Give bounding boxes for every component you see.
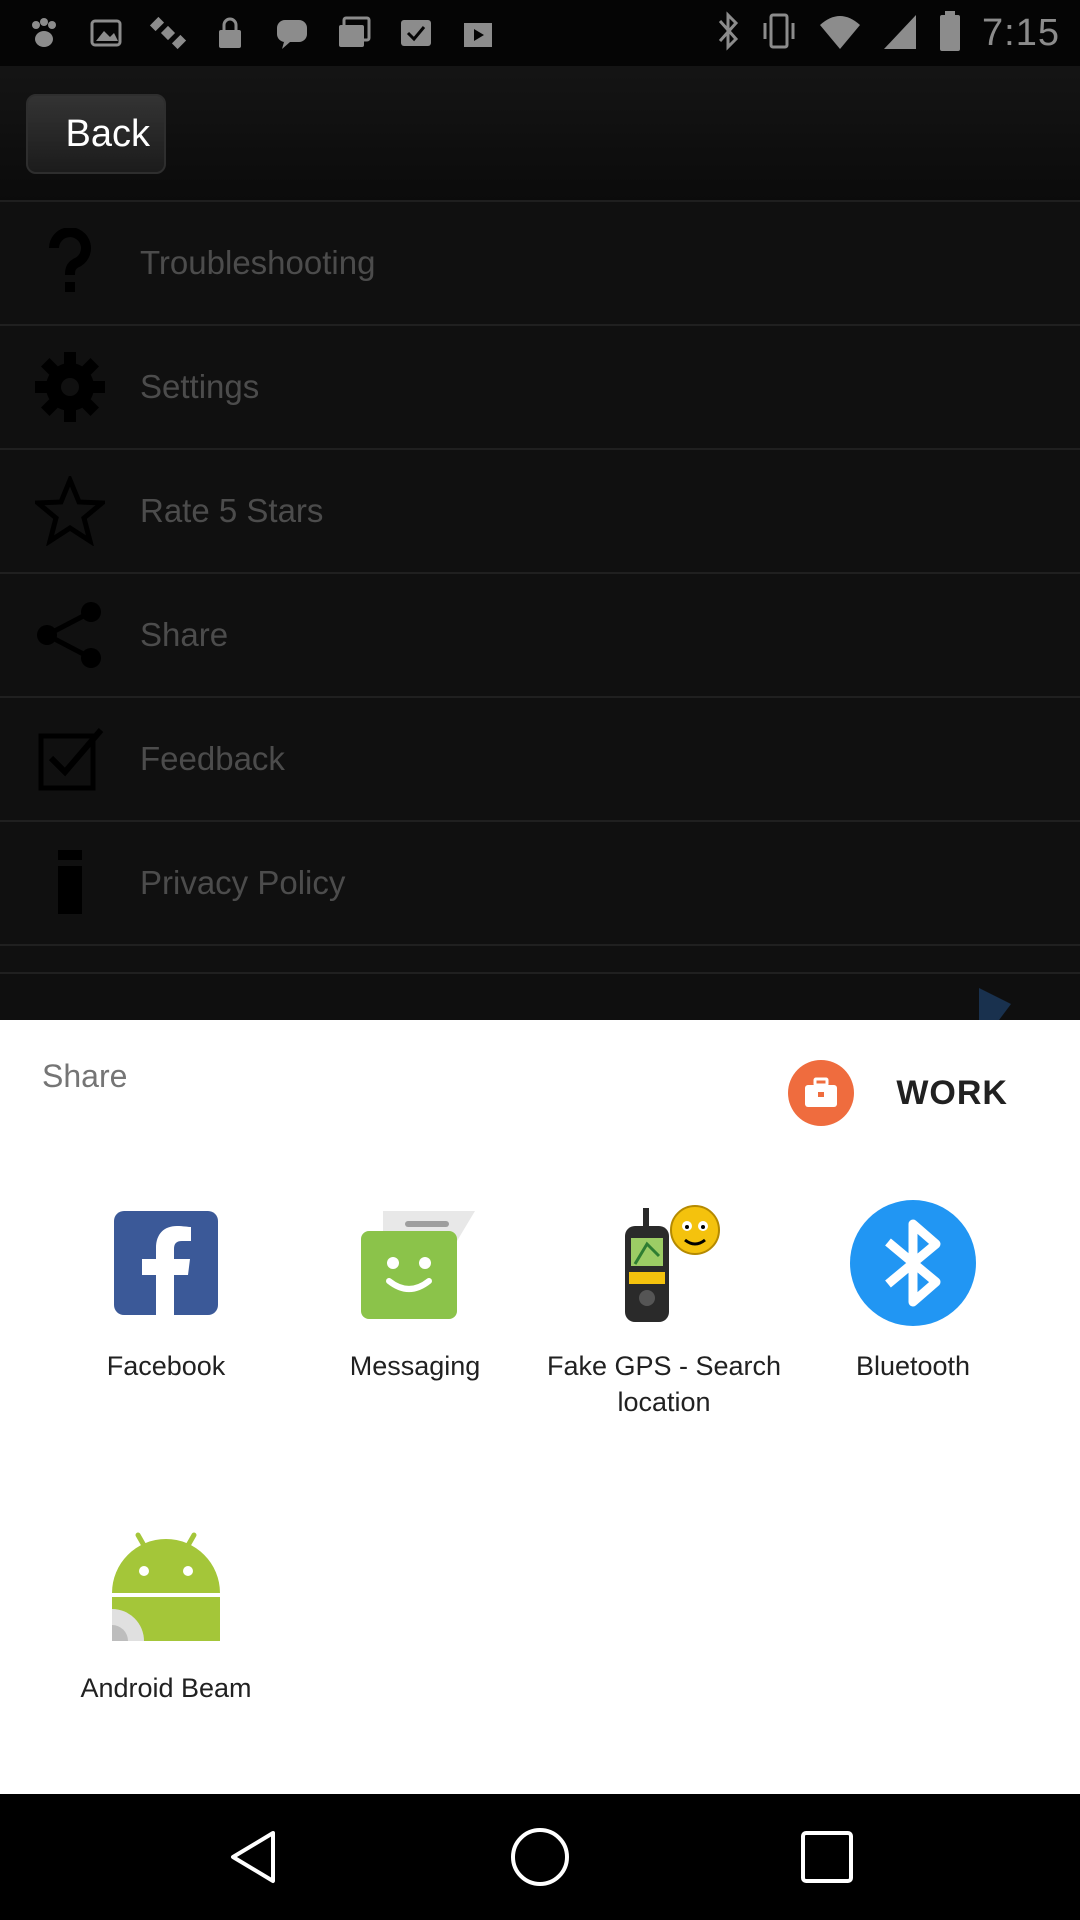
- share-target-facebook[interactable]: Facebook: [41, 1198, 291, 1384]
- play-store-icon: [458, 13, 498, 53]
- share-target-label: Bluetooth: [855, 1351, 971, 1381]
- share-title: Share: [42, 1058, 128, 1094]
- messaging-icon: [350, 1198, 480, 1328]
- recents-nav-icon[interactable]: [787, 1817, 867, 1897]
- app-header: Back: [0, 66, 1080, 202]
- share-target-messaging[interactable]: Messaging: [290, 1198, 540, 1384]
- wifi-icon: [818, 11, 862, 56]
- menu-item-settings[interactable]: Settings: [0, 326, 1080, 450]
- menu-item-troubleshooting[interactable]: Troubleshooting: [0, 202, 1080, 326]
- back-nav-icon[interactable]: [213, 1817, 293, 1897]
- bluetooth-status-icon: [716, 10, 740, 56]
- work-profile-toggle[interactable]: WORK: [788, 1060, 1008, 1126]
- lock-icon: [210, 13, 250, 53]
- paw-icon: [24, 13, 64, 53]
- facebook-icon: [101, 1198, 231, 1328]
- share-target-label: Fake GPS - Search location: [546, 1351, 782, 1417]
- status-time: 7:15: [982, 11, 1060, 54]
- photos-icon: [334, 13, 374, 53]
- star-icon: [0, 449, 140, 573]
- question-icon: [0, 201, 140, 325]
- work-label: WORK: [896, 1073, 1008, 1112]
- fake-gps-satellite-icon: [148, 13, 188, 53]
- briefcase-icon: [788, 1060, 855, 1126]
- share-target-android-beam[interactable]: Android Beam: [41, 1520, 291, 1706]
- menu-item-rate[interactable]: Rate 5 Stars: [0, 450, 1080, 574]
- share-target-fake-gps[interactable]: Fake GPS - Search location: [539, 1198, 789, 1420]
- share-target-bluetooth[interactable]: Bluetooth: [788, 1198, 1038, 1384]
- vibrate-icon: [760, 11, 798, 56]
- info-icon: [0, 821, 140, 945]
- share-target-label: Android Beam: [80, 1673, 252, 1703]
- navigation-bar: [0, 1794, 1080, 1920]
- gear-icon: [0, 325, 140, 449]
- download-check-icon: [396, 13, 436, 53]
- divider: [0, 946, 1080, 974]
- battery-icon: [938, 10, 962, 57]
- signal-icon: [882, 11, 918, 56]
- menu-item-feedback[interactable]: Feedback: [0, 698, 1080, 822]
- home-nav-icon[interactable]: [500, 1817, 580, 1897]
- menu-item-share[interactable]: Share: [0, 574, 1080, 698]
- back-button[interactable]: Back: [26, 94, 166, 174]
- status-bar: 7:15: [0, 0, 1080, 66]
- checkbox-icon: [0, 697, 140, 821]
- share-icon: [0, 573, 140, 697]
- share-sheet: Share WORK Facebook Messaging Fake GPS -…: [0, 1020, 1080, 1794]
- android-beam-icon: [101, 1520, 231, 1650]
- menu-list: Troubleshooting Settings Rate 5 Stars Sh…: [0, 202, 1080, 974]
- gallery-icon: [86, 13, 126, 53]
- fake-gps-icon: [599, 1198, 729, 1328]
- play-store-partial-icon: [975, 984, 1015, 1020]
- bluetooth-icon: [848, 1198, 978, 1328]
- share-target-label: Messaging: [349, 1351, 481, 1381]
- chat-bubble-icon: [272, 13, 312, 53]
- background-app: Back Troubleshooting Settings Rate 5 Sta…: [0, 66, 1080, 1020]
- menu-item-privacy-policy[interactable]: Privacy Policy: [0, 822, 1080, 946]
- share-target-label: Facebook: [106, 1351, 226, 1381]
